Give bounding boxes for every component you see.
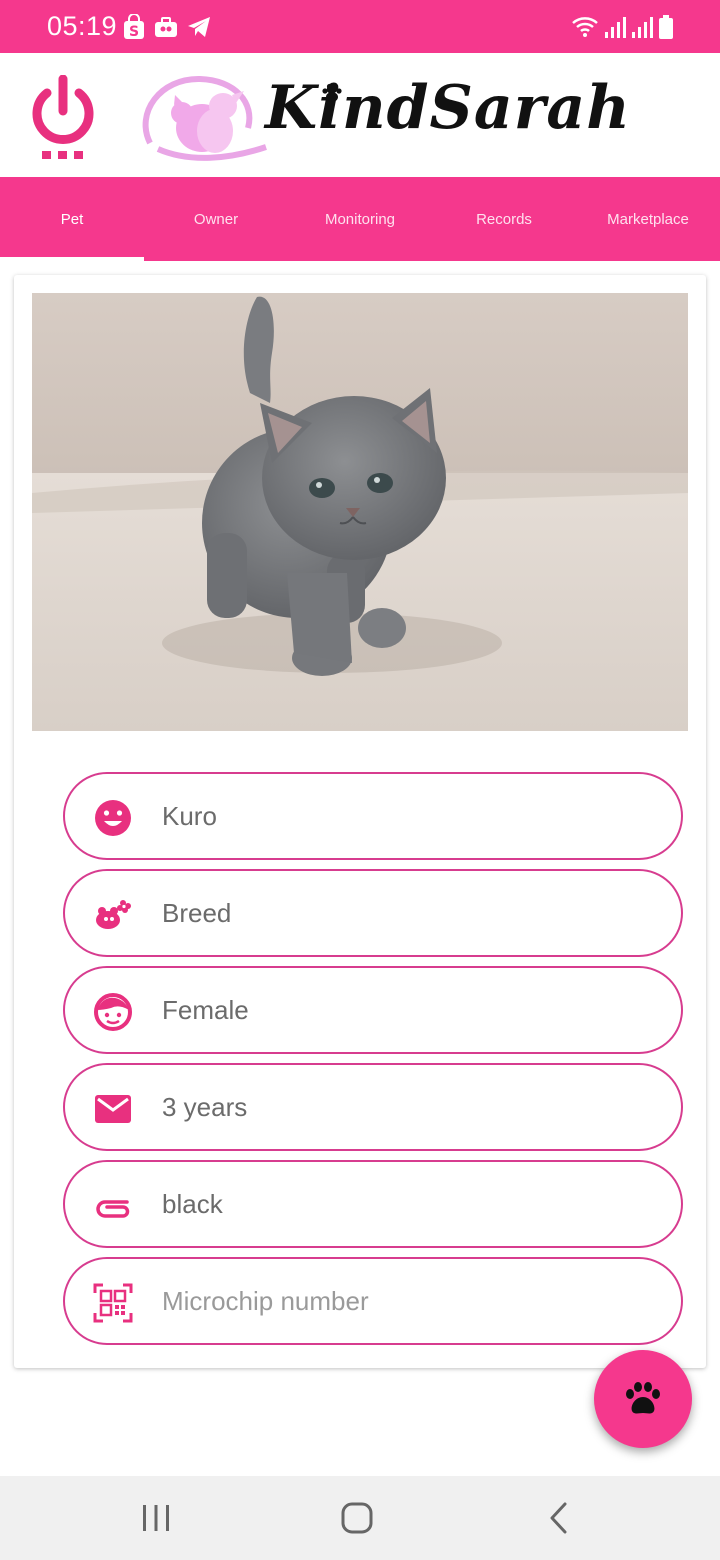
microchip-field[interactable]: Microchip number bbox=[63, 1257, 683, 1345]
envelope-icon bbox=[95, 1095, 131, 1123]
pet-bone-flower-icon bbox=[96, 900, 131, 929]
paw-fab-button[interactable] bbox=[594, 1350, 692, 1448]
tab-marketplace[interactable]: Marketplace bbox=[576, 177, 720, 261]
microchip-placeholder: Microchip number bbox=[162, 1286, 369, 1316]
smiley-face-icon bbox=[95, 800, 131, 836]
gender-field[interactable]: Female bbox=[63, 966, 683, 1054]
qr-code-icon bbox=[93, 1283, 133, 1323]
power-logout-button[interactable] bbox=[28, 75, 98, 165]
toolbox-icon bbox=[155, 17, 177, 37]
paw-icon bbox=[626, 1382, 660, 1414]
tab-monitoring[interactable]: Monitoring bbox=[288, 177, 432, 261]
telegram-icon bbox=[188, 17, 210, 37]
shop-bag-icon: S bbox=[124, 14, 144, 40]
svg-text:S: S bbox=[129, 24, 139, 40]
color-field[interactable]: black bbox=[63, 1160, 683, 1248]
pet-name-field[interactable]: Kuro bbox=[63, 772, 683, 860]
pet-card: Kuro Breed Female 3 years black Microchi… bbox=[14, 275, 706, 1368]
home-icon[interactable] bbox=[337, 1498, 377, 1538]
back-icon[interactable] bbox=[539, 1498, 579, 1538]
wifi-icon bbox=[572, 17, 598, 37]
tab-bar: Pet Owner Monitoring Records Marketplace bbox=[0, 177, 720, 261]
gender-value: Female bbox=[162, 995, 249, 1025]
system-nav-bar bbox=[0, 1476, 720, 1560]
age-field[interactable]: 3 years bbox=[63, 1063, 683, 1151]
cat-dog-logo-icon bbox=[142, 75, 267, 161]
app-logo: KindSarah bbox=[140, 73, 660, 165]
recent-apps-icon[interactable] bbox=[136, 1498, 176, 1538]
pet-photo[interactable] bbox=[32, 293, 688, 731]
pet-name-value: Kuro bbox=[162, 801, 217, 831]
breed-value: Breed bbox=[162, 898, 232, 928]
status-time: 05:19 bbox=[47, 11, 118, 41]
paperclip-icon bbox=[96, 1200, 130, 1218]
signal-icon bbox=[632, 17, 653, 38]
status-bar: 05:19 S bbox=[0, 0, 720, 53]
tab-pet[interactable]: Pet bbox=[0, 177, 144, 261]
breed-field[interactable]: Breed bbox=[63, 869, 683, 957]
age-value: 3 years bbox=[162, 1092, 248, 1122]
paw-icon bbox=[322, 83, 342, 102]
tab-owner[interactable]: Owner bbox=[144, 177, 288, 261]
color-value: black bbox=[162, 1189, 223, 1219]
app-header: KindSarah bbox=[0, 53, 720, 177]
child-face-icon bbox=[94, 993, 132, 1031]
app-name: KindSarah bbox=[265, 73, 631, 143]
tab-records[interactable]: Records bbox=[432, 177, 576, 261]
battery-icon bbox=[659, 15, 673, 39]
signal-icon bbox=[605, 17, 626, 38]
